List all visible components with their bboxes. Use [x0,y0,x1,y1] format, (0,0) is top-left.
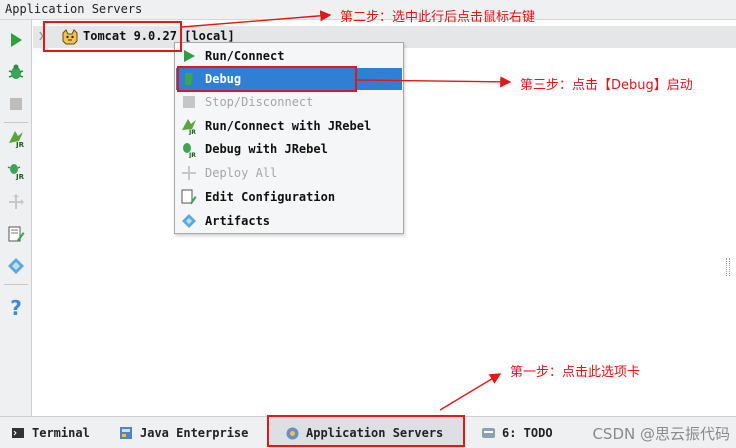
tab-todo[interactable]: 6: TODO [480,417,553,448]
jrebel-run-icon: JR [182,119,196,135]
debug-icon [185,73,193,85]
svg-text:JR: JR [188,129,196,135]
tab-application-servers[interactable]: Application Servers [270,417,464,448]
menu-item-label: Artifacts [205,214,271,228]
stop-icon [183,96,195,108]
run-icon [11,33,22,47]
application-servers-icon [286,427,298,439]
tool-window-title: Application Servers [5,2,143,16]
tab-java-enterprise[interactable]: Java Enterprise [118,417,248,448]
toolbar-separator [4,284,28,285]
help-icon: ? [10,296,22,320]
menu-item-run-connect-jrebel[interactable]: JR Run/Connect with JRebel [176,115,402,137]
debug-button[interactable] [4,60,28,84]
context-menu: Run/Connect Debug Stop/Disconnect JR Run… [174,42,404,234]
server-tag: [local] [184,29,235,43]
server-label: Tomcat 9.0.27 [local] [83,29,235,43]
annotation-step3: 第三步：点击【Debug】启动 [520,78,693,93]
run-button[interactable] [4,28,28,52]
menu-item-deploy-all[interactable]: Deploy All [176,162,402,184]
artifacts-icon [8,258,24,274]
menu-item-label: Run/Connect [205,49,285,63]
artifacts-icon [182,214,196,228]
tree-expander-icon[interactable]: ❯ [38,29,45,42]
artifacts-button[interactable] [4,254,28,278]
menu-item-label: Run/Connect with JRebel [205,119,372,133]
menu-item-debug[interactable]: Debug [176,68,402,90]
edit-configuration-icon [8,226,25,242]
deploy-button[interactable] [4,190,28,214]
menu-item-run-connect[interactable]: Run/Connect [176,45,402,67]
menu-item-label: Deploy All [205,166,278,180]
server-name: Tomcat 9.0.27 [83,29,177,43]
annotation-step1: 第一步：点击此选项卡 [510,365,641,380]
debug-icon [8,64,24,79]
menu-item-label: Debug [205,72,242,86]
stop-button[interactable] [4,92,28,116]
deploy-icon [182,166,196,180]
edit-configuration-button[interactable] [4,222,28,246]
bottom-tool-window-bar: Terminal Java Enterprise Application Ser… [0,416,736,448]
jrebel-run-button[interactable]: JR [4,126,28,150]
menu-item-debug-jrebel[interactable]: JR Debug with JRebel [176,138,402,160]
run-icon [184,50,195,62]
menu-item-stop-disconnect[interactable]: Stop/Disconnect [176,91,402,113]
menu-item-edit-configuration[interactable]: Edit Configuration [176,186,402,208]
svg-text:JR: JR [15,173,25,180]
terminal-icon [12,428,24,438]
java-enterprise-icon [120,427,132,439]
tab-terminal[interactable]: Terminal [10,417,90,448]
tab-label: Terminal [32,426,90,440]
jrebel-debug-button[interactable]: JR [4,158,28,182]
menu-item-label: Edit Configuration [205,190,336,204]
svg-text:JR: JR [15,141,25,148]
menu-item-artifacts[interactable]: Artifacts [176,210,402,232]
stop-icon [10,98,22,110]
menu-item-label: Debug with JRebel [205,142,328,156]
toolbar-separator [4,122,28,123]
help-button[interactable]: ? [4,296,28,320]
csdn-watermark: CSDN @思云振代码 [592,425,730,443]
tab-label: Java Enterprise [140,426,249,440]
svg-text:JR: JR [188,152,196,158]
tab-label: 6: TODO [502,426,553,440]
menu-item-label: Stop/Disconnect [205,95,314,109]
annotation-step2: 第二步：选中此行后点击鼠标右键 [340,10,536,25]
jrebel-debug-icon: JR [183,143,196,158]
jrebel-debug-icon: JR [7,164,25,180]
tab-label: Application Servers [306,426,444,440]
jrebel-run-icon: JR [9,131,25,148]
tomcat-icon [62,29,78,45]
left-toolbar: JR JR ? [0,20,32,416]
deploy-icon [9,194,24,209]
edit-configuration-icon [181,189,197,205]
resize-grip-icon[interactable] [726,258,730,276]
todo-icon [481,428,495,438]
